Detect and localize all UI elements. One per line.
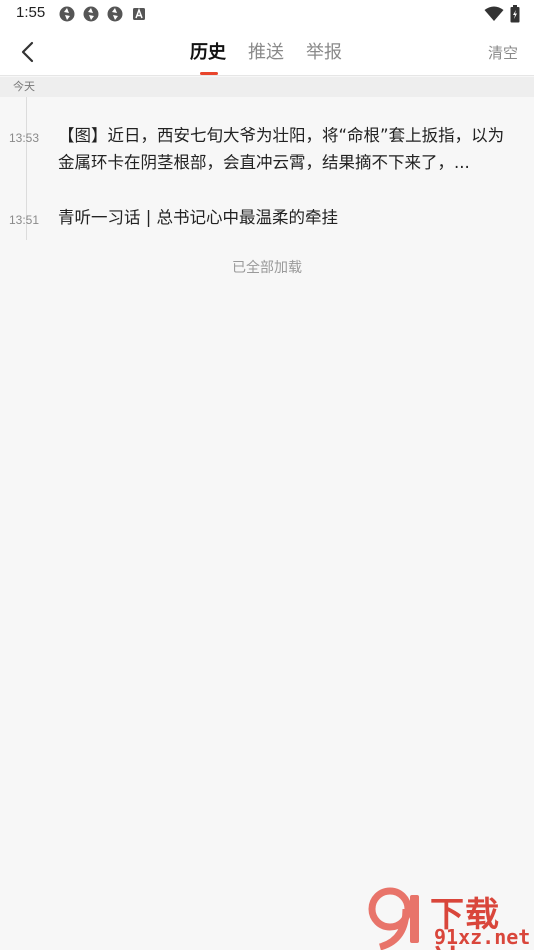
top-nav: 历史 推送 举报 清空 xyxy=(0,28,534,76)
history-item-title: 【图】近日，西安七旬大爷为壮阳，将“命根”套上扳指，以为金属环卡在阴茎根部，会直… xyxy=(58,126,505,172)
wifi-icon xyxy=(484,6,504,21)
history-item-time: 13:53 xyxy=(9,131,40,145)
all-loaded-label: 已全部加载 xyxy=(232,260,302,276)
status-bar: 1:55 xyxy=(0,0,534,28)
site-watermark: 下载站 91xz.net xyxy=(360,885,534,950)
tab-report[interactable]: 举报 xyxy=(306,38,364,64)
status-time: 1:55 xyxy=(16,4,46,21)
back-arrow-icon[interactable] xyxy=(14,38,42,66)
tab-report-label: 举报 xyxy=(306,42,342,63)
date-section-header: 今天 xyxy=(0,77,534,97)
notification-icon xyxy=(59,6,75,22)
tab-push-label: 推送 xyxy=(248,42,284,63)
status-icons-right xyxy=(484,5,520,23)
status-icons-left xyxy=(58,5,148,23)
notification-icon xyxy=(107,6,123,22)
watermark-logo-icon xyxy=(368,887,419,950)
keyboard-a-icon xyxy=(133,7,145,20)
history-item-time: 13:51 xyxy=(9,213,40,227)
battery-icon xyxy=(510,5,520,23)
history-item-title: 青听一习话 | 总书记心中最温柔的牵挂 xyxy=(58,208,339,227)
clear-button[interactable]: 清空 xyxy=(488,42,518,63)
tab-history-label: 历史 xyxy=(190,42,226,63)
tab-history[interactable]: 历史 xyxy=(190,38,248,75)
notification-icon xyxy=(83,6,99,22)
tab-bar: 历史 推送 举报 xyxy=(190,38,364,75)
active-tab-indicator xyxy=(200,72,218,75)
tab-push[interactable]: 推送 xyxy=(248,38,306,64)
watermark-url: 91xz.net xyxy=(434,925,531,949)
